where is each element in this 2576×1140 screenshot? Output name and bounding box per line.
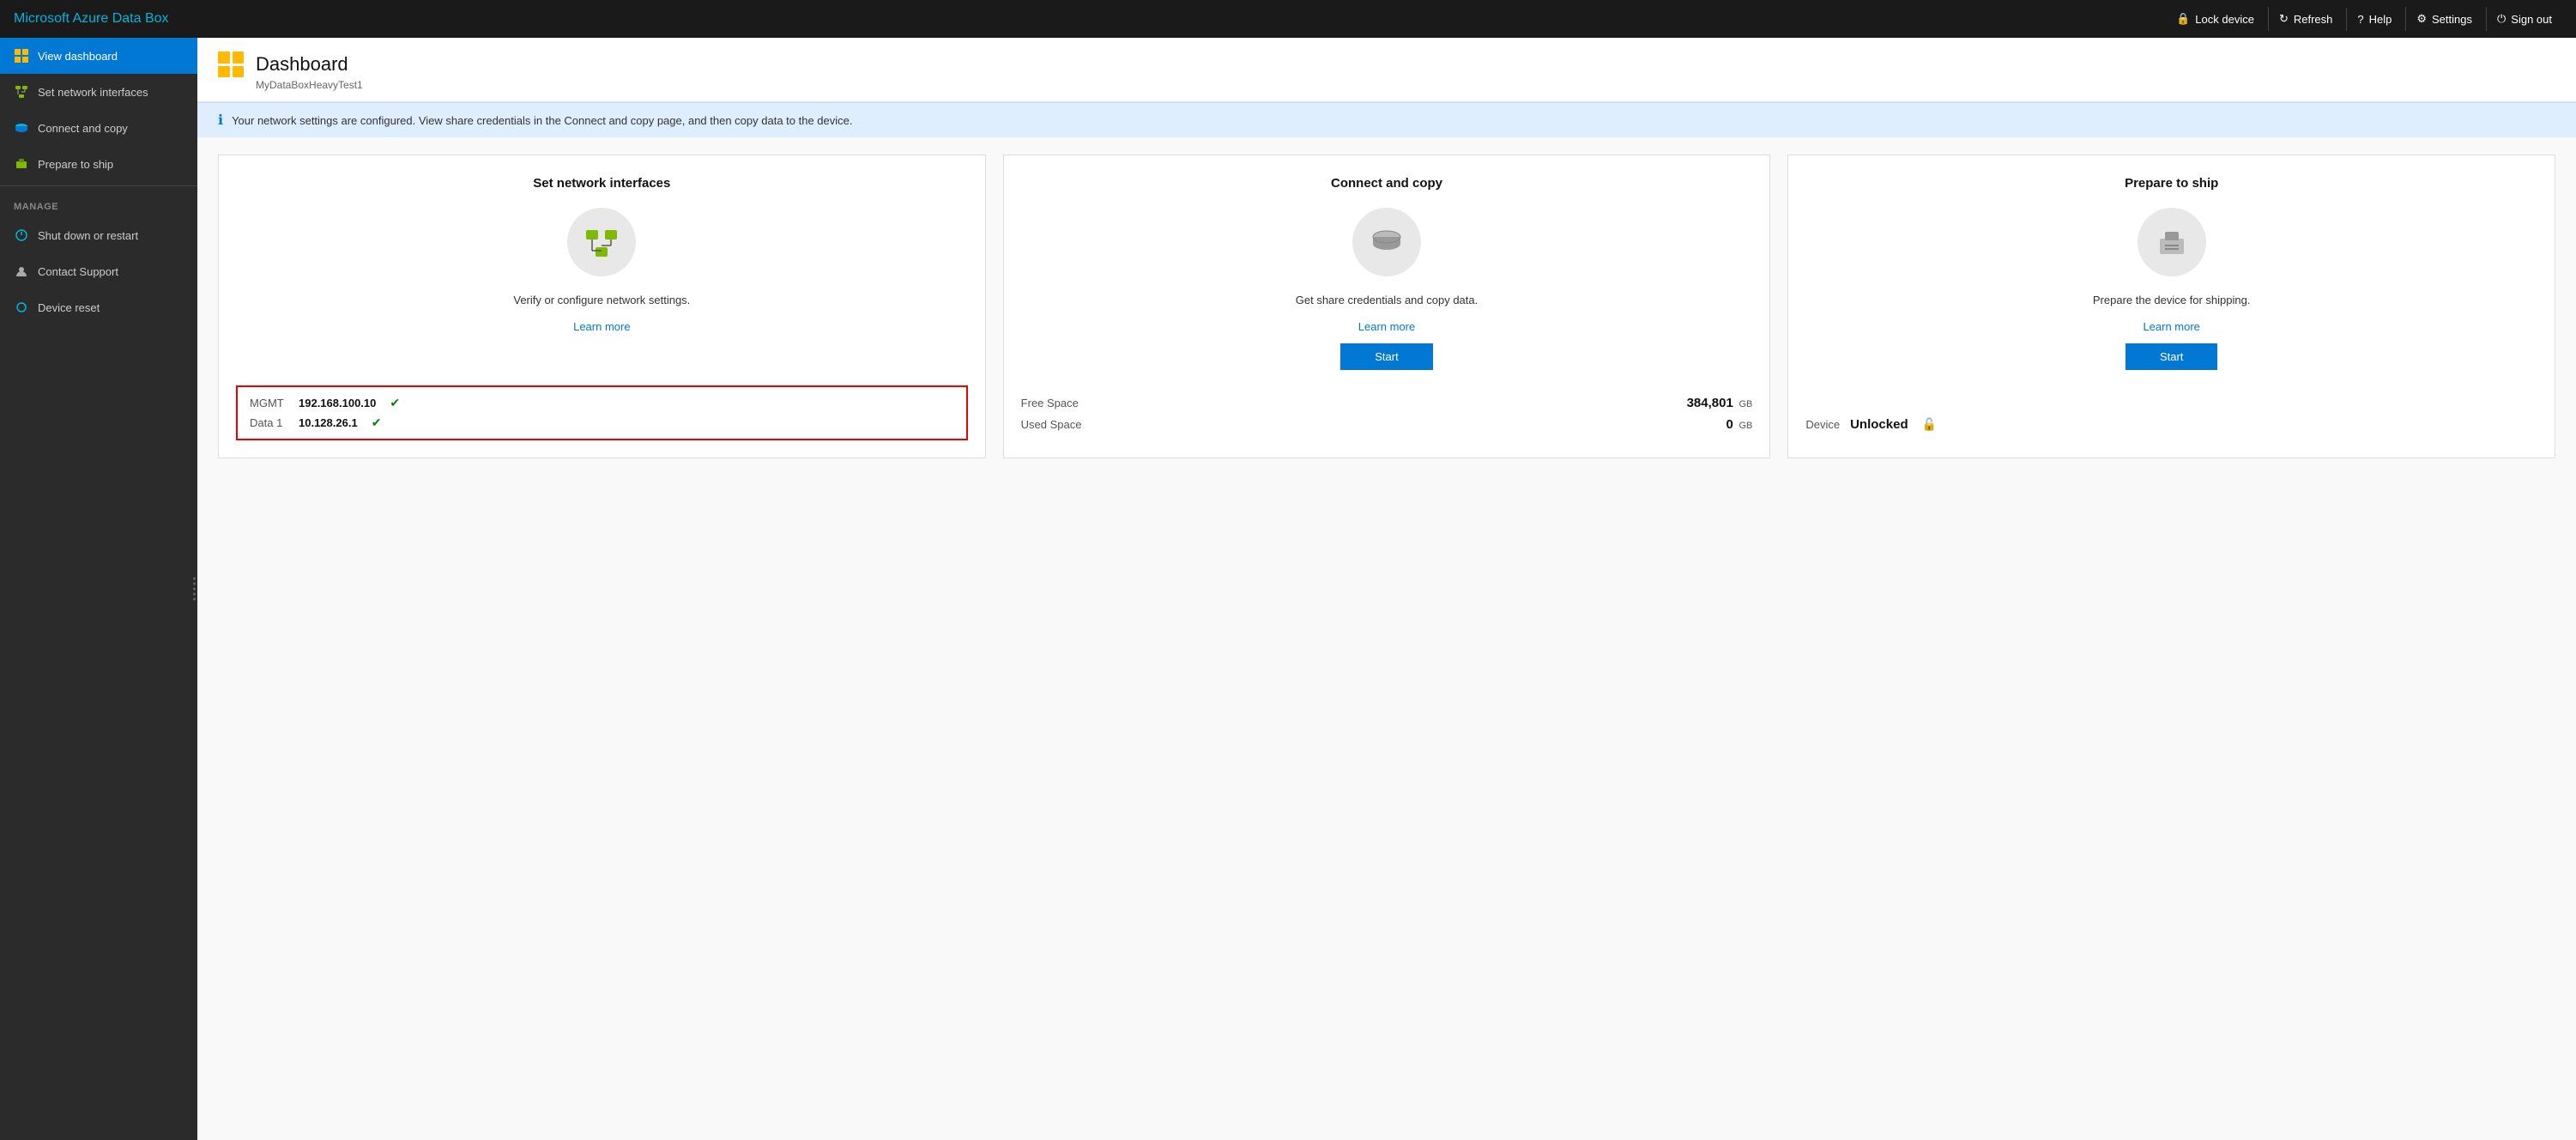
copy-card-footer: Free Space 384,801 GB Used Space 0 GB bbox=[1021, 387, 1753, 440]
dashboard-nav-icon bbox=[14, 48, 29, 64]
free-space-row: Free Space 384,801 GB bbox=[1021, 396, 1753, 410]
page-header-top: Dashboard bbox=[218, 52, 2555, 77]
copy-card-title: Connect and copy bbox=[1331, 176, 1442, 191]
sidebar-resize-handle[interactable] bbox=[190, 574, 197, 604]
signout-icon: ⏻ bbox=[2497, 12, 2506, 26]
network-card-footer: MGMT 192.168.100.10 ✔ Data 1 10.128.26.1… bbox=[236, 385, 968, 440]
free-space-unit: GB bbox=[1738, 399, 1752, 409]
app-layout: View dashboard Set network interfaces Co… bbox=[0, 38, 2576, 1140]
dashboard-grid-icon bbox=[218, 52, 244, 77]
cards-area: Set network interfaces Verify or configu… bbox=[197, 137, 2576, 476]
page-subtitle: MyDataBoxHeavyTest1 bbox=[218, 79, 2555, 91]
copy-start-button[interactable]: Start bbox=[1340, 343, 1432, 370]
network-card-icon bbox=[567, 208, 636, 276]
ship-nav-icon bbox=[14, 156, 29, 172]
data1-check-icon: ✔ bbox=[372, 415, 382, 430]
mgmt-label: MGMT bbox=[250, 397, 288, 409]
sidebar-item-device-reset[interactable]: Device reset bbox=[0, 289, 197, 325]
ship-card-title: Prepare to ship bbox=[2125, 176, 2218, 191]
help-button[interactable]: ? Help bbox=[2346, 8, 2402, 31]
lock-icon: 🔒 bbox=[2176, 12, 2190, 26]
sidebar-item-shutdown[interactable]: Shut down or restart bbox=[0, 217, 197, 253]
used-space-unit: GB bbox=[1738, 421, 1752, 431]
main-content: Dashboard MyDataBoxHeavyTest1 ℹ Your net… bbox=[197, 38, 2576, 1140]
page-header: Dashboard MyDataBoxHeavyTest1 bbox=[197, 38, 2576, 102]
manage-section-label: MANAGE bbox=[0, 190, 197, 217]
device-value: Unlocked bbox=[1850, 417, 1908, 432]
ship-learn-more[interactable]: Learn more bbox=[2143, 320, 2199, 333]
network-card: Set network interfaces Verify or configu… bbox=[218, 155, 986, 458]
shutdown-nav-icon bbox=[14, 227, 29, 243]
copy-card-desc: Get share credentials and copy data. bbox=[1296, 294, 1478, 306]
mgmt-check-icon: ✔ bbox=[390, 396, 400, 410]
copy-nav-icon bbox=[14, 120, 29, 136]
support-nav-icon bbox=[14, 264, 29, 279]
used-space-label: Used Space bbox=[1021, 418, 1082, 431]
data1-row: Data 1 10.128.26.1 ✔ bbox=[250, 415, 954, 430]
reset-nav-icon bbox=[14, 300, 29, 315]
network-card-title: Set network interfaces bbox=[533, 176, 670, 191]
sign-out-button[interactable]: ⏻ Sign out bbox=[2486, 7, 2562, 31]
help-icon: ? bbox=[2357, 13, 2363, 26]
sidebar-item-view-dashboard[interactable]: View dashboard bbox=[0, 38, 197, 74]
network-nav-icon bbox=[14, 84, 29, 100]
copy-card: Connect and copy Get share credentials a… bbox=[1003, 155, 1771, 458]
used-space-value: 0 bbox=[1726, 417, 1732, 432]
gear-icon: ⚙ bbox=[2416, 12, 2427, 26]
ship-card: Prepare to ship Prepare the device for s… bbox=[1787, 155, 2555, 458]
sidebar-item-contact-support[interactable]: Contact Support bbox=[0, 253, 197, 289]
free-space-label: Free Space bbox=[1021, 397, 1079, 409]
mgmt-row: MGMT 192.168.100.10 ✔ bbox=[250, 396, 954, 410]
device-status-row: Device Unlocked 🔓 bbox=[1805, 409, 2537, 440]
network-card-desc: Verify or configure network settings. bbox=[513, 294, 690, 306]
mgmt-value: 192.168.100.10 bbox=[299, 397, 376, 409]
copy-learn-more[interactable]: Learn more bbox=[1358, 320, 1415, 333]
copy-card-icon bbox=[1352, 208, 1421, 276]
data1-label: Data 1 bbox=[250, 416, 288, 429]
settings-button[interactable]: ⚙ Settings bbox=[2405, 7, 2482, 31]
lock-device-button[interactable]: 🔒 Lock device bbox=[2166, 7, 2265, 31]
sidebar-divider bbox=[0, 185, 197, 186]
ship-card-footer: Device Unlocked 🔓 bbox=[1805, 409, 2537, 440]
brand-title: Microsoft Azure Data Box bbox=[14, 11, 169, 27]
refresh-icon: ↻ bbox=[2279, 12, 2289, 26]
network-interfaces-table: MGMT 192.168.100.10 ✔ Data 1 10.128.26.1… bbox=[236, 385, 968, 440]
page-title: Dashboard bbox=[256, 53, 348, 76]
top-nav-actions: 🔒 Lock device ↻ Refresh ? Help ⚙ Setting… bbox=[2166, 7, 2562, 31]
ship-card-icon bbox=[2138, 208, 2206, 276]
sidebar-item-connect-copy[interactable]: Connect and copy bbox=[0, 110, 197, 146]
sidebar-item-set-network[interactable]: Set network interfaces bbox=[0, 74, 197, 110]
data1-value: 10.128.26.1 bbox=[299, 416, 358, 429]
unlock-icon: 🔓 bbox=[1922, 417, 1937, 432]
used-space-row: Used Space 0 GB bbox=[1021, 417, 1753, 432]
info-banner-text: Your network settings are configured. Vi… bbox=[232, 114, 852, 127]
sidebar: View dashboard Set network interfaces Co… bbox=[0, 38, 197, 1140]
top-nav: Microsoft Azure Data Box 🔒 Lock device ↻… bbox=[0, 0, 2576, 38]
refresh-button[interactable]: ↻ Refresh bbox=[2268, 7, 2343, 31]
info-icon: ℹ bbox=[218, 112, 223, 129]
ship-start-button[interactable]: Start bbox=[2126, 343, 2217, 370]
free-space-value: 384,801 bbox=[1687, 396, 1733, 410]
ship-card-desc: Prepare the device for shipping. bbox=[2093, 294, 2251, 306]
sidebar-item-prepare-ship[interactable]: Prepare to ship bbox=[0, 146, 197, 182]
device-label: Device bbox=[1805, 418, 1840, 431]
info-banner: ℹ Your network settings are configured. … bbox=[197, 102, 2576, 137]
network-learn-more[interactable]: Learn more bbox=[573, 320, 630, 333]
